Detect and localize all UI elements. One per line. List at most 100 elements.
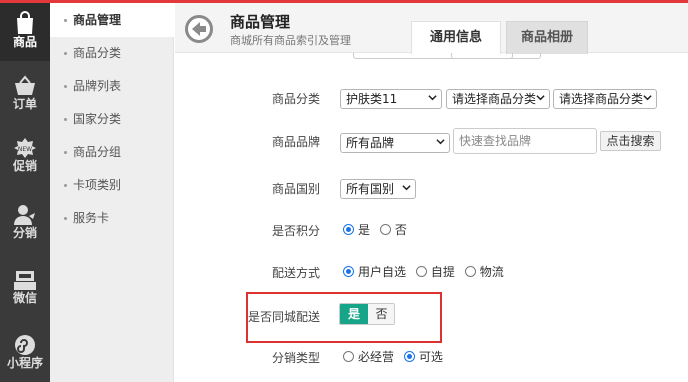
delivery-option-user-choice-label: 用户自选 [358,265,407,279]
nav-item-orders[interactable]: 订单 [0,69,50,119]
wechat-register-icon [14,271,36,290]
delivery-option-logistics[interactable]: 物流 [464,265,504,279]
delivery-option-pickup[interactable]: 自提 [415,265,455,279]
sub-nav-item-card-category[interactable]: 卡项类别 [50,168,174,202]
brand-select-value: 所有品牌 [346,136,395,150]
points-option-no-label: 否 [394,223,407,237]
brand-search-button[interactable]: 点击搜索 [600,131,661,151]
radio-unchecked-icon [343,351,354,362]
radio-checked-icon [403,351,415,362]
chevron-down-icon [643,95,652,101]
nav-item-label: 微信 [12,291,37,305]
radio-unchecked-icon [379,224,391,235]
nav-item-wechat[interactable]: 微信 [0,263,50,313]
page-header: 商品管理 商城所有商品索引及管理 通用信息 商品相册 [175,3,688,54]
delivery-radio-group: 用户自选 自提 物流 [343,263,510,280]
tab-product-album[interactable]: 商品相册 [506,21,588,54]
distribution-radio-group: 必经营 可选 [343,348,449,365]
nav-item-label: 分销 [12,226,37,240]
delivery-option-pickup-label: 自提 [430,265,455,279]
new-badge-icon: NEW [14,138,36,158]
category-label: 商品分类 [271,92,320,106]
delivery-label: 配送方式 [271,266,320,280]
distribution-type-label: 分销类型 [271,351,320,365]
points-label: 是否积分 [271,224,320,238]
category-select-1[interactable]: 护肤类11 [340,89,442,109]
delivery-option-user-choice[interactable]: 用户自选 [343,265,406,279]
toggle-yes-option[interactable]: 是 [340,304,368,324]
bullet-icon [64,217,67,220]
category-select-2-value: 请选择商品分类 [452,92,537,106]
main-content: 商品管理 商城所有商品索引及管理 通用信息 商品相册 商品分类 护肤类11 请选… [175,3,688,382]
bullet-icon [64,151,67,154]
sub-nav-item-country-category[interactable]: 国家分类 [50,102,174,136]
left-icon-nav: 商品 订单 NEW 促销 分销 微信 小程序 [0,3,50,382]
radio-checked-icon [343,266,354,277]
nav-item-label: 商品 [12,35,37,49]
bullet-icon [64,184,67,187]
nav-item-distribution[interactable]: 分销 [0,198,50,248]
category-select-1-value: 护肤类11 [346,92,398,106]
nav-item-label: 小程序 [6,356,43,370]
sub-nav-item-brand-list[interactable]: 品牌列表 [50,69,174,103]
svg-text:NEW: NEW [18,146,32,153]
bullet-icon [64,118,67,121]
user-share-icon [14,205,35,225]
nav-item-promotions[interactable]: NEW 促销 [0,131,50,181]
delivery-option-logistics-label: 物流 [479,265,504,279]
sub-nav-item-service-card[interactable]: 服务卡 [50,201,174,235]
points-radio-group: 是 否 [343,221,413,238]
page-title: 商品管理 [230,13,291,31]
nav-item-products[interactable]: 商品 [0,3,50,61]
sub-nav-item-label: 国家分类 [73,112,122,126]
mini-program-icon [15,335,35,355]
nav-item-label: 促销 [12,159,37,173]
sub-nav-item-label: 商品管理 [73,13,122,27]
sub-nav: 商品管理 商品分类 品牌列表 国家分类 商品分组 卡项类别 服务卡 [50,3,174,382]
category-select-2[interactable]: 请选择商品分类 [446,89,550,109]
chevron-down-icon [402,185,411,191]
basket-icon [15,75,35,95]
sub-nav-item-label: 卡项类别 [73,178,122,192]
category-select-3[interactable]: 请选择商品分类 [553,89,657,109]
radio-unchecked-icon [415,266,427,277]
bullet-icon [64,19,67,22]
chevron-down-icon [428,95,437,101]
previous-field-edge [451,53,541,59]
points-option-no[interactable]: 否 [379,223,407,237]
brand-search-input[interactable]: 快速查找品牌 [453,128,597,154]
radio-checked-icon [343,224,354,235]
brand-label: 商品品牌 [271,135,320,149]
arrow-left-icon [192,22,206,36]
chevron-down-icon [436,139,445,145]
back-button[interactable] [185,15,213,43]
distribution-option-required[interactable]: 必经营 [343,350,394,364]
page-subtitle: 商城所有商品索引及管理 [230,34,351,47]
country-select[interactable]: 所有国别 [340,179,416,199]
shopping-bag-icon [17,11,33,34]
sub-nav-item-label: 商品分组 [73,145,122,159]
sub-nav-item-product-group[interactable]: 商品分组 [50,135,174,169]
brand-select[interactable]: 所有品牌 [340,133,450,153]
same-city-delivery-toggle[interactable]: 是 否 [339,303,395,325]
nav-item-label: 订单 [12,97,37,111]
country-label: 商品国别 [271,182,320,196]
sub-nav-item-product-management[interactable]: 商品管理 [50,3,174,37]
sub-nav-item-product-category[interactable]: 商品分类 [50,36,174,70]
distribution-option-optional[interactable]: 可选 [403,350,443,364]
toggle-no-option[interactable]: 否 [368,304,394,324]
bullet-icon [64,52,67,55]
points-option-yes-label: 是 [358,223,371,237]
country-select-value: 所有国别 [346,182,395,196]
tab-general-info[interactable]: 通用信息 [411,21,501,54]
radio-unchecked-icon [464,266,476,277]
distribution-option-required-label: 必经营 [358,350,395,364]
distribution-option-optional-label: 可选 [418,350,443,364]
points-option-yes[interactable]: 是 [343,223,370,237]
same-city-delivery-label: 是否同城配送 [247,310,320,324]
bullet-icon [64,85,67,88]
nav-item-mini-program[interactable]: 小程序 [0,328,50,378]
chevron-down-icon [536,95,545,101]
sub-nav-item-label: 商品分类 [73,46,122,60]
category-select-3-value: 请选择商品分类 [559,92,644,106]
